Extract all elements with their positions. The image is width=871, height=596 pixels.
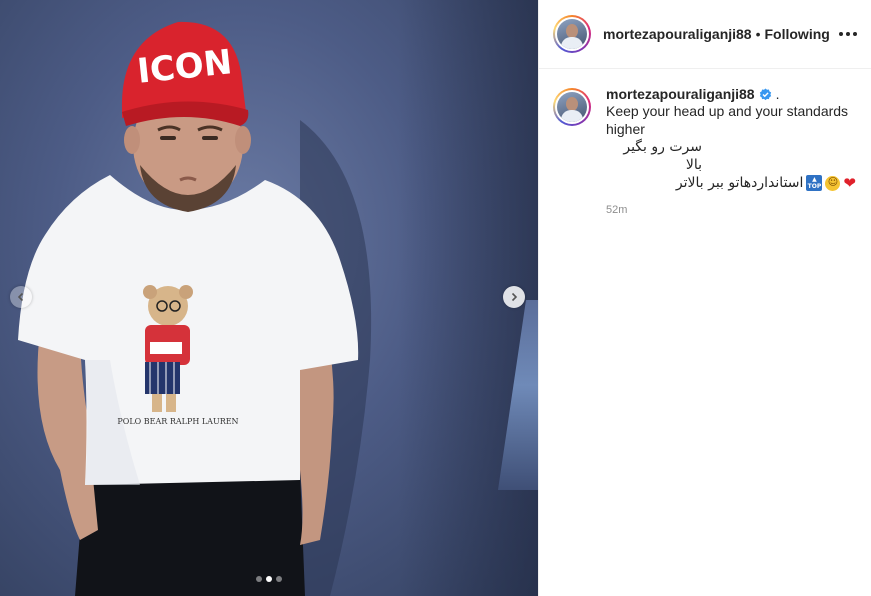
caption-trailing: .	[775, 86, 780, 102]
heart-emoji-icon: ❤	[843, 173, 856, 192]
caption-line-persian-1: سرت رو بگیر بالا	[623, 139, 702, 173]
post-header: mortezapouraliganji88 • Following	[539, 0, 871, 69]
caption-line-1: Keep your head up and your standards	[606, 103, 849, 119]
chevron-left-icon	[17, 292, 24, 302]
caption-avatar[interactable]	[553, 88, 591, 126]
shirt-text: POLO BEAR RALPH LAUREN	[117, 417, 238, 426]
verified-badge-icon	[759, 87, 771, 100]
header-separator: •	[755, 26, 761, 42]
photo-person: ICON POLO BEAR RALPH LAUREN	[18, 21, 372, 596]
caption-line-persian-2: ❤ ☺ ▲ TOP استانداردهاتو ببر بالاتر	[606, 174, 856, 192]
chevron-right-icon	[511, 292, 518, 302]
header-avatar[interactable]	[553, 15, 591, 53]
post-timestamp[interactable]: 52m	[606, 204, 856, 216]
more-options-button[interactable]	[839, 32, 857, 36]
next-image-button[interactable]	[503, 286, 525, 308]
caption-line-persian-2-text: استانداردهاتو ببر بالاتر	[675, 175, 804, 191]
carousel-dot	[256, 576, 262, 582]
header-username[interactable]: mortezapouraliganji88	[603, 26, 752, 42]
carousel-dot	[276, 576, 282, 582]
carousel-indicator	[0, 576, 538, 582]
carousel-dot-active	[266, 576, 272, 582]
caption-username[interactable]: mortezapouraliganji88	[606, 86, 755, 102]
more-dots-icon	[839, 32, 843, 36]
caption-line-2: higher	[606, 121, 645, 137]
top-arrow-emoji-icon: ▲ TOP	[806, 175, 823, 191]
post-side-panel: mortezapouraliganji88 • Following mortez…	[538, 0, 871, 596]
previous-image-button[interactable]	[10, 286, 32, 308]
post-media[interactable]: ICON POLO BEAR RALPH LAUREN	[0, 0, 538, 596]
following-button[interactable]: Following	[765, 26, 830, 42]
caption-block: mortezapouraliganji88 . Keep your head u…	[539, 69, 871, 216]
zany-face-emoji-icon: ☺	[825, 175, 841, 191]
